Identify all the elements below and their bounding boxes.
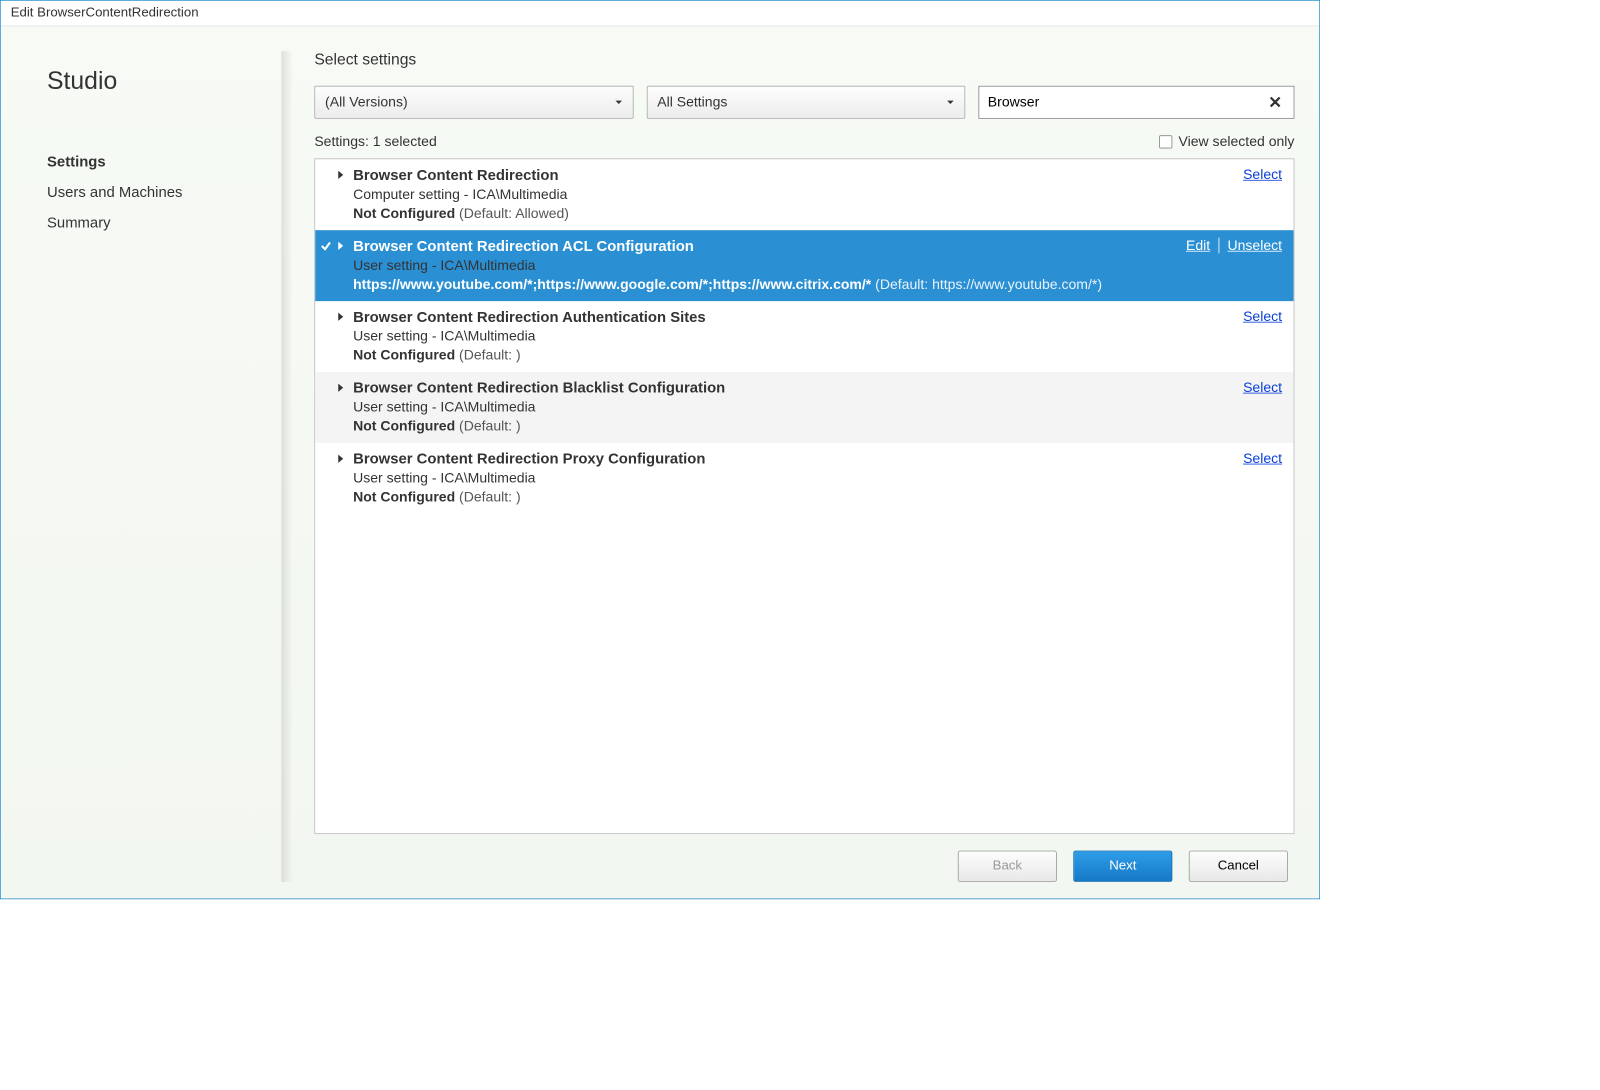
setting-actions: Select: [1243, 450, 1282, 467]
settings-count-label: Settings:: [314, 134, 369, 150]
setting-title: Browser Content Redirection Authenticati…: [353, 309, 1284, 326]
setting-scope: User setting - ICA\Multimedia: [353, 328, 1284, 345]
chevron-down-icon: [614, 94, 622, 111]
sidebar-item-summary[interactable]: Summary: [47, 208, 260, 239]
clear-search-icon[interactable]: ✕: [1265, 92, 1285, 113]
select-link[interactable]: Select: [1243, 167, 1282, 183]
setting-actions: Select: [1243, 380, 1282, 397]
chevron-down-icon: [947, 94, 955, 111]
setting-status: Not Configured (Default: ): [353, 347, 1284, 364]
search-input-wrapper: ✕: [979, 86, 1295, 119]
select-link[interactable]: Select: [1243, 450, 1282, 466]
check-icon: [320, 240, 332, 255]
setting-title: Browser Content Redirection Blacklist Co…: [353, 380, 1284, 397]
expand-icon[interactable]: [337, 382, 345, 396]
setting-title: Browser Content Redirection Proxy Config…: [353, 450, 1284, 467]
next-button[interactable]: Next: [1073, 851, 1172, 882]
back-button[interactable]: Back: [958, 851, 1057, 882]
window-title: Edit BrowserContentRedirection: [1, 1, 1319, 27]
footer: Back Next Cancel: [314, 834, 1294, 882]
edit-link[interactable]: Edit: [1186, 238, 1210, 254]
sidebar-item-users-and-machines[interactable]: Users and Machines: [47, 177, 260, 208]
setting-status: Not Configured (Default: ): [353, 489, 1284, 506]
section-title: Select settings: [314, 51, 1294, 69]
select-link[interactable]: Select: [1243, 380, 1282, 396]
setting-title: Browser Content Redirection: [353, 167, 1284, 184]
main-panel: Select settings (All Versions) All Setti…: [281, 51, 1294, 882]
setting-actions: Select: [1243, 167, 1282, 184]
expand-icon[interactable]: [337, 311, 345, 325]
dialog-window: Edit BrowserContentRedirection Studio Se…: [0, 0, 1320, 899]
version-select[interactable]: (All Versions): [314, 86, 633, 119]
sidebar-item-settings[interactable]: Settings: [47, 147, 260, 178]
setting-title: Browser Content Redirection ACL Configur…: [353, 238, 1284, 255]
setting-scope: User setting - ICA\Multimedia: [353, 399, 1284, 416]
dialog-body: Studio SettingsUsers and MachinesSummary…: [1, 26, 1319, 898]
category-select[interactable]: All Settings: [647, 86, 966, 119]
setting-row[interactable]: Browser Content Redirection Blacklist Co…: [315, 372, 1293, 443]
category-select-value: All Settings: [657, 94, 727, 111]
settings-list: Browser Content Redirection Computer sett…: [314, 158, 1294, 834]
checkbox-icon: [1159, 135, 1172, 148]
setting-scope: User setting - ICA\Multimedia: [353, 257, 1284, 274]
settings-count: Settings: 1 selected: [314, 134, 436, 151]
search-input[interactable]: [988, 94, 1265, 111]
unselect-link[interactable]: Unselect: [1227, 238, 1282, 254]
brand-title: Studio: [47, 68, 260, 96]
view-selected-only-label: View selected only: [1179, 134, 1295, 151]
expand-icon[interactable]: [337, 453, 345, 467]
setting-status: https://www.youtube.com/*;https://www.go…: [353, 276, 1284, 293]
view-selected-only-checkbox[interactable]: View selected only: [1159, 134, 1295, 151]
select-link[interactable]: Select: [1243, 309, 1282, 325]
setting-status: Not Configured (Default: ): [353, 418, 1284, 435]
setting-scope: Computer setting - ICA\Multimedia: [353, 186, 1284, 203]
filter-row: (All Versions) All Settings ✕: [314, 86, 1294, 119]
sidebar: Studio SettingsUsers and MachinesSummary: [26, 51, 282, 882]
setting-status: Not Configured (Default: Allowed): [353, 205, 1284, 222]
status-row: Settings: 1 selected View selected only: [314, 134, 1294, 151]
expand-icon[interactable]: [337, 169, 345, 183]
setting-actions: Edit Unselect: [1186, 238, 1282, 255]
setting-actions: Select: [1243, 309, 1282, 326]
cancel-button[interactable]: Cancel: [1189, 851, 1288, 882]
settings-count-value: 1 selected: [373, 134, 437, 150]
setting-row[interactable]: Browser Content Redirection ACL Configur…: [315, 230, 1293, 301]
sidebar-nav: SettingsUsers and MachinesSummary: [47, 147, 260, 239]
version-select-value: (All Versions): [325, 94, 408, 111]
setting-row[interactable]: Browser Content Redirection Computer sett…: [315, 159, 1293, 230]
setting-row[interactable]: Browser Content Redirection Authenticati…: [315, 301, 1293, 372]
setting-row[interactable]: Browser Content Redirection Proxy Config…: [315, 443, 1293, 514]
setting-scope: User setting - ICA\Multimedia: [353, 470, 1284, 487]
expand-icon[interactable]: [337, 240, 345, 254]
